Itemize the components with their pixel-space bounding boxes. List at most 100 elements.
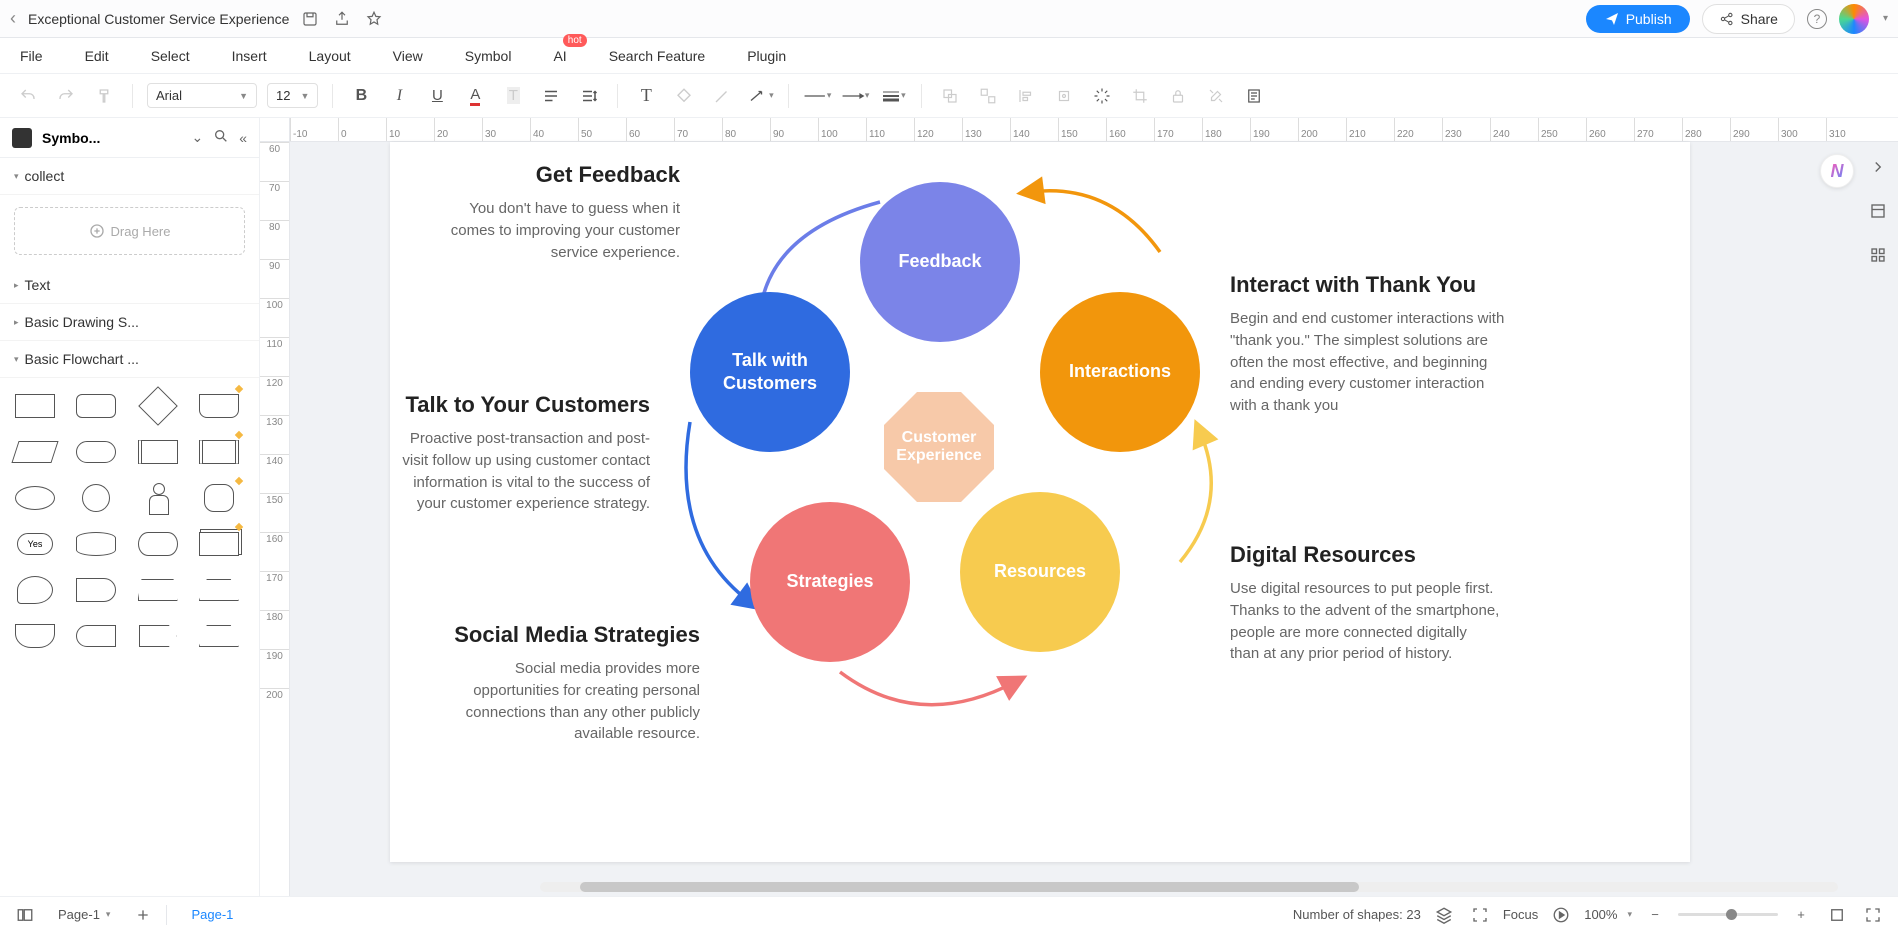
properties-icon[interactable]	[1867, 200, 1889, 222]
diagram-node-resources[interactable]: Resources	[960, 492, 1120, 652]
menu-file[interactable]: File	[20, 48, 43, 64]
shape-yes-pill[interactable]: Yes	[12, 526, 58, 562]
caption-strategies[interactable]: Social Media Strategies Social media pro…	[430, 622, 700, 745]
menu-select[interactable]: Select	[151, 48, 190, 64]
drawing-page[interactable]: Customer Experience Feedback Interaction…	[390, 142, 1690, 862]
crop-button[interactable]	[1126, 82, 1154, 110]
zoom-caret[interactable]: ▾	[1627, 909, 1632, 920]
shape-circle[interactable]	[73, 480, 119, 516]
shapes-panel-icon[interactable]	[1867, 244, 1889, 266]
search-icon[interactable]	[213, 128, 229, 147]
shape-predefined[interactable]	[135, 434, 181, 470]
shape-internal-storage[interactable]	[196, 434, 242, 470]
line-spacing-button[interactable]	[575, 82, 603, 110]
page-selector[interactable]: Page-1▾	[48, 903, 120, 926]
group-button[interactable]	[936, 82, 964, 110]
back-button[interactable]: ‹	[10, 8, 16, 29]
align-objects-button[interactable]	[1012, 82, 1040, 110]
connector-button[interactable]: ▾	[746, 82, 774, 110]
caption-interactions[interactable]: Interact with Thank You Begin and end cu…	[1230, 272, 1510, 417]
collapse-panel-button[interactable]: «	[239, 130, 247, 146]
canvas-area[interactable]: -100102030405060708090100110120130140150…	[260, 118, 1898, 896]
lock-button[interactable]	[1164, 82, 1192, 110]
arrow-style-button[interactable]: ▾	[841, 82, 869, 110]
export-icon[interactable]	[333, 10, 351, 28]
shape-rounded-rect[interactable]	[73, 388, 119, 424]
shape-document[interactable]	[196, 388, 242, 424]
fill-button[interactable]	[670, 82, 698, 110]
section-collect[interactable]: ▾collect	[0, 158, 259, 195]
page-tab-1[interactable]: Page-1	[177, 903, 247, 926]
user-avatar[interactable]	[1839, 4, 1869, 34]
font-family-select[interactable]: Arial▼	[147, 83, 257, 108]
font-color-button[interactable]: A	[461, 82, 489, 110]
shape-pentagon[interactable]	[135, 618, 181, 654]
shape-callout[interactable]	[12, 572, 58, 608]
menu-plugin[interactable]: Plugin	[747, 48, 786, 64]
menu-layout[interactable]: Layout	[309, 48, 351, 64]
diagram-node-talk[interactable]: Talk with Customers	[690, 292, 850, 452]
shape-trap3[interactable]	[196, 618, 242, 654]
effects-button[interactable]	[1088, 82, 1116, 110]
underline-button[interactable]: U	[423, 82, 451, 110]
ai-assistant-badge[interactable]: N	[1820, 154, 1854, 188]
shape-cylinder[interactable]	[73, 526, 119, 562]
shape-wave[interactable]	[12, 618, 58, 654]
help-button[interactable]: ?	[1807, 9, 1827, 29]
distribute-button[interactable]	[1050, 82, 1078, 110]
symbols-menu-caret[interactable]: ⌄	[191, 129, 203, 146]
diagram-node-strategies[interactable]: Strategies	[750, 502, 910, 662]
outline-toggle[interactable]	[12, 902, 38, 928]
undo-button[interactable]	[14, 82, 42, 110]
shape-ellipse[interactable]	[12, 480, 58, 516]
font-size-select[interactable]: 12▼	[267, 83, 318, 108]
menu-symbol[interactable]: Symbol	[465, 48, 512, 64]
shape-direct-data[interactable]	[135, 526, 181, 562]
line-color-button[interactable]	[708, 82, 736, 110]
shape-multi-doc[interactable]	[196, 526, 242, 562]
layers-icon[interactable]	[1431, 902, 1457, 928]
zoom-slider-thumb[interactable]	[1726, 909, 1737, 920]
menu-view[interactable]: View	[393, 48, 423, 64]
format-painter-button[interactable]	[90, 82, 118, 110]
shape-manual-op[interactable]	[135, 572, 181, 608]
diagram-node-interactions[interactable]: Interactions	[1040, 292, 1200, 452]
italic-button[interactable]: I	[385, 82, 413, 110]
save-icon[interactable]	[301, 10, 319, 28]
shape-user[interactable]	[196, 480, 242, 516]
line-weight-button[interactable]: ▾	[879, 82, 907, 110]
share-button[interactable]: Share	[1702, 4, 1795, 34]
page-setup-button[interactable]	[1240, 82, 1268, 110]
presentation-icon[interactable]	[1548, 902, 1574, 928]
menu-edit[interactable]: Edit	[85, 48, 109, 64]
line-style-button[interactable]: ▾	[803, 82, 831, 110]
shape-rectangle[interactable]	[12, 388, 58, 424]
diagram-node-feedback[interactable]: Feedback	[860, 182, 1020, 342]
publish-button[interactable]: Publish	[1586, 5, 1690, 33]
avatar-menu-caret[interactable]: ▾	[1883, 13, 1888, 24]
shape-actor[interactable]	[135, 480, 181, 516]
expand-right-icon[interactable]	[1867, 156, 1889, 178]
focus-label[interactable]: Focus	[1503, 907, 1538, 922]
diagram-center-customer-experience[interactable]: Customer Experience	[884, 392, 994, 502]
menu-ai[interactable]: AI hot	[553, 48, 566, 64]
ungroup-button[interactable]	[974, 82, 1002, 110]
shape-trapezoid[interactable]	[196, 572, 242, 608]
focus-icon[interactable]	[1467, 902, 1493, 928]
shape-display[interactable]	[73, 618, 119, 654]
section-basic-flowchart[interactable]: ▾Basic Flowchart ...	[0, 341, 259, 378]
caption-feedback[interactable]: Get Feedback You don't have to guess whe…	[430, 162, 680, 263]
section-text[interactable]: ▸Text	[0, 267, 259, 304]
shape-stored-data[interactable]	[73, 572, 119, 608]
shape-parallelogram[interactable]	[12, 434, 58, 470]
tools-button[interactable]	[1202, 82, 1230, 110]
horizontal-scrollbar[interactable]	[540, 882, 1838, 892]
menu-search-feature[interactable]: Search Feature	[609, 48, 706, 64]
zoom-out-button[interactable]: −	[1642, 902, 1668, 928]
drag-here-dropzone[interactable]: Drag Here	[14, 207, 245, 255]
caption-resources[interactable]: Digital Resources Use digital resources …	[1230, 542, 1500, 665]
text-highlight-button[interactable]: T	[499, 82, 527, 110]
menu-insert[interactable]: Insert	[232, 48, 267, 64]
scrollbar-thumb[interactable]	[580, 882, 1359, 892]
bold-button[interactable]: B	[347, 82, 375, 110]
